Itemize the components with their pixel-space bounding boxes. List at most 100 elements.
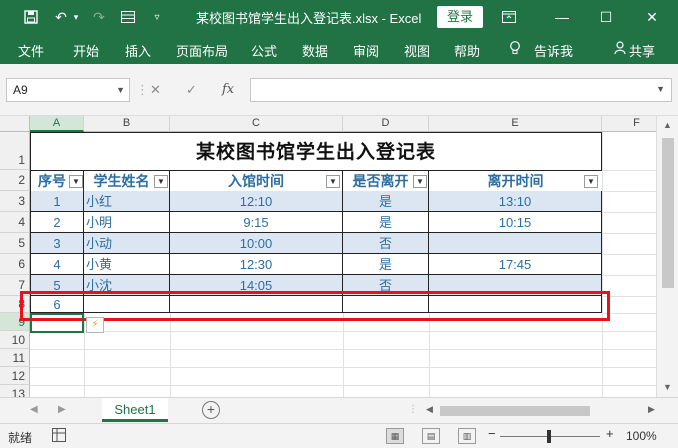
sheet-title-cell[interactable]: 某校图书馆学生出入登记表: [30, 132, 602, 170]
cell-entry-time[interactable]: 10:00: [170, 233, 343, 254]
row-header[interactable]: 4: [0, 212, 30, 233]
cell-serial[interactable]: 3: [30, 233, 84, 254]
row-header[interactable]: 12: [0, 367, 30, 385]
filter-dropdown-icon[interactable]: ▼: [584, 175, 598, 188]
scroll-tabs-left-icon[interactable]: ◀: [30, 404, 38, 415]
scroll-right-icon[interactable]: ▶: [648, 404, 655, 415]
row-header[interactable]: 1: [0, 132, 30, 170]
active-cell-selection[interactable]: [30, 313, 84, 333]
cell-serial[interactable]: 1: [30, 191, 84, 212]
row-header[interactable]: 13: [0, 385, 30, 397]
formula-input[interactable]: ▼: [250, 78, 672, 102]
row-header[interactable]: 10: [0, 331, 30, 349]
column-header-d[interactable]: D: [343, 116, 429, 132]
scroll-left-icon[interactable]: ◀: [426, 404, 433, 415]
scroll-thumb[interactable]: [662, 138, 674, 288]
cell-name[interactable]: 小黄: [84, 254, 170, 275]
select-all-corner[interactable]: [0, 116, 30, 132]
column-header-b[interactable]: B: [84, 116, 170, 132]
cell-serial[interactable]: 2: [30, 212, 84, 233]
form-icon[interactable]: [118, 6, 138, 28]
login-button[interactable]: 登录: [437, 6, 483, 28]
cell-left[interactable]: 是: [343, 254, 429, 275]
cell-name[interactable]: 小红: [84, 191, 170, 212]
cell-left[interactable]: 是: [343, 191, 429, 212]
header-cell-leave-time[interactable]: 离开时间 ▼: [429, 171, 602, 191]
worksheet-grid[interactable]: A B C D E F 1 2 3 4 5 6 7 8 9 10 11 12 1…: [0, 116, 678, 397]
maximize-icon[interactable]: ☐: [594, 6, 618, 28]
tab-help[interactable]: 帮助: [454, 41, 480, 60]
tab-review[interactable]: 审阅: [353, 41, 379, 60]
accessibility-icon[interactable]: [52, 428, 66, 445]
lightbulb-icon[interactable]: [509, 41, 521, 58]
share-icon[interactable]: [614, 41, 626, 57]
row-header[interactable]: 11: [0, 349, 30, 367]
tab-formulas[interactable]: 公式: [251, 41, 277, 60]
chevron-down-icon[interactable]: ▼: [116, 79, 125, 101]
header-cell-serial[interactable]: 序号 ▼: [31, 171, 84, 191]
scroll-up-icon[interactable]: ▲: [663, 120, 672, 130]
cell-leave-time[interactable]: 17:45: [429, 254, 602, 275]
tell-me-search[interactable]: 告诉我: [534, 41, 573, 60]
column-header-a[interactable]: A: [30, 116, 84, 132]
filter-dropdown-icon[interactable]: ▼: [69, 175, 83, 188]
normal-view-icon[interactable]: ▦: [386, 428, 404, 444]
cell-leave-time[interactable]: 13:10: [429, 191, 602, 212]
cancel-icon[interactable]: ✕: [150, 82, 161, 98]
close-icon[interactable]: ✕: [640, 6, 664, 28]
ribbon-display-options-icon[interactable]: [498, 6, 520, 28]
cell-entry-time[interactable]: 9:15: [170, 212, 343, 233]
cell-entry-time[interactable]: 12:10: [170, 191, 343, 212]
row-header[interactable]: 3: [0, 191, 30, 212]
row-header[interactable]: 6: [0, 254, 30, 275]
vertical-scrollbar[interactable]: ▲ ▼: [656, 116, 678, 397]
cell-leave-time[interactable]: 10:15: [429, 212, 602, 233]
tab-home[interactable]: 开始: [73, 41, 99, 60]
cell-serial[interactable]: 4: [30, 254, 84, 275]
cell-left[interactable]: 是: [343, 212, 429, 233]
row-header[interactable]: 2: [0, 170, 30, 191]
header-cell-left[interactable]: 是否离开 ▼: [343, 171, 429, 191]
scroll-tabs-right-icon[interactable]: ▶: [58, 404, 66, 415]
cell-leave-time[interactable]: [429, 233, 602, 254]
zoom-out-icon[interactable]: −: [488, 426, 496, 441]
row-header[interactable]: 5: [0, 233, 30, 254]
zoom-slider-handle[interactable]: [547, 430, 551, 443]
save-icon[interactable]: [20, 6, 42, 28]
name-box[interactable]: A9 ▼: [6, 78, 130, 102]
horizontal-scrollbar[interactable]: ◀ ▶: [422, 404, 658, 418]
tab-page-layout[interactable]: 页面布局: [176, 41, 228, 60]
cell-name[interactable]: 小动: [84, 233, 170, 254]
page-layout-view-icon[interactable]: ▤: [422, 428, 440, 444]
share-button[interactable]: 共享: [629, 41, 655, 60]
tab-insert[interactable]: 插入: [125, 41, 151, 60]
undo-dropdown-icon[interactable]: ▾: [70, 6, 82, 28]
scroll-thumb[interactable]: [440, 406, 590, 416]
page-break-view-icon[interactable]: ▥: [458, 428, 476, 444]
scroll-down-icon[interactable]: ▼: [663, 382, 672, 392]
zoom-level[interactable]: 100%: [626, 429, 657, 443]
tab-data[interactable]: 数据: [302, 41, 328, 60]
customize-toolbar-icon[interactable]: ▿: [150, 6, 164, 28]
enter-icon[interactable]: ✓: [186, 82, 197, 98]
column-header-e[interactable]: E: [429, 116, 602, 132]
header-cell-entry-time[interactable]: 入馆时间 ▼: [170, 171, 343, 191]
sheet-tab-sheet1[interactable]: Sheet1: [102, 398, 168, 422]
expand-formula-icon[interactable]: ▼: [656, 84, 665, 94]
zoom-in-icon[interactable]: +: [606, 426, 614, 441]
cell-left[interactable]: 否: [343, 233, 429, 254]
cell-entry-time[interactable]: 12:30: [170, 254, 343, 275]
minimize-icon[interactable]: —: [550, 6, 574, 28]
filter-dropdown-icon[interactable]: ▼: [413, 175, 427, 188]
quick-analysis-icon[interactable]: ⚡: [86, 317, 104, 333]
header-cell-name[interactable]: 学生姓名 ▼: [84, 171, 170, 191]
undo-icon[interactable]: ↶: [50, 6, 72, 28]
tab-view[interactable]: 视图: [404, 41, 430, 60]
tab-file[interactable]: 文件: [18, 41, 44, 60]
cell-name[interactable]: 小明: [84, 212, 170, 233]
column-header-c[interactable]: C: [170, 116, 343, 132]
filter-dropdown-icon[interactable]: ▼: [154, 175, 168, 188]
filter-dropdown-icon[interactable]: ▼: [326, 175, 340, 188]
add-sheet-icon[interactable]: +: [202, 401, 220, 419]
insert-function-icon[interactable]: fx: [222, 82, 234, 97]
